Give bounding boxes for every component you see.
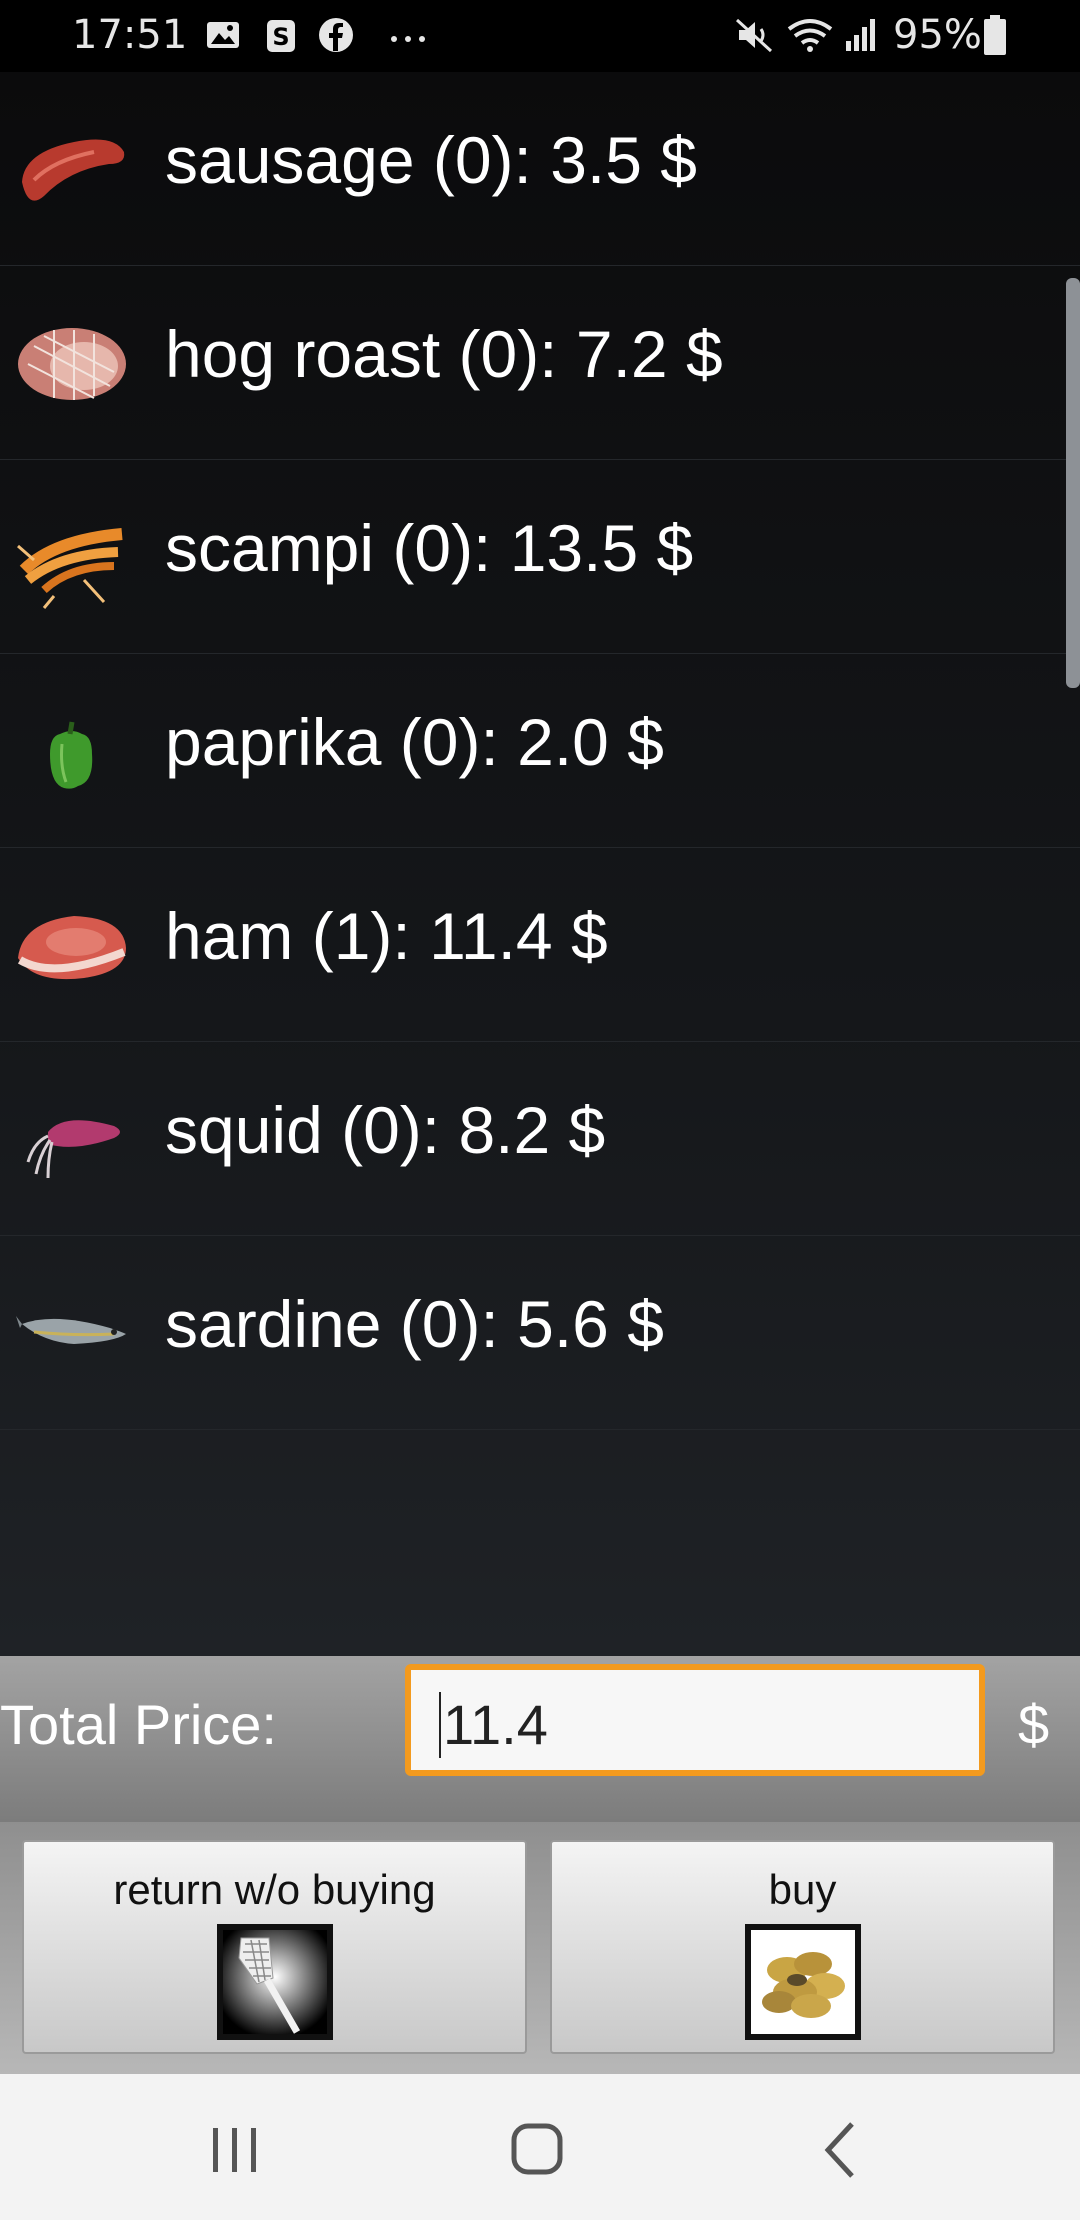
- coins-icon: [750, 1930, 855, 2034]
- scampi-image: [17, 528, 123, 609]
- currency-label: $: [1018, 1693, 1050, 1756]
- list-item-ham[interactable]: ham (1): 11.4 $: [0, 848, 1080, 1042]
- item-label: sardine (0): 5.6 $: [165, 1287, 664, 1361]
- list-item-scampi[interactable]: scampi (0): 13.5 $: [0, 460, 1080, 654]
- total-bar: Total Price: 11.4 $: [0, 1656, 1080, 1822]
- paprika-image: [50, 721, 93, 789]
- total-price-value: 11.4: [443, 1693, 548, 1756]
- battery-icon: [984, 15, 1006, 55]
- mute-icon: [735, 18, 773, 53]
- list-item-paprika[interactable]: paprika (0): 2.0 $: [0, 654, 1080, 848]
- action-bar: return w/o buying buy: [0, 1822, 1080, 2074]
- ham-image: [17, 916, 126, 980]
- gallery-icon: [207, 22, 239, 48]
- recents-icon[interactable]: [195, 2110, 275, 2190]
- home-icon[interactable]: [498, 2110, 578, 2190]
- item-label: squid (0): 8.2 $: [165, 1093, 606, 1167]
- item-label: sausage (0): 3.5 $: [165, 123, 697, 197]
- status-time: 17:51: [72, 12, 188, 58]
- sardine-image: [16, 1316, 126, 1344]
- s-app-icon: S: [267, 20, 295, 52]
- list-item-sausage[interactable]: sausage (0): 3.5 $: [0, 72, 1080, 266]
- product-list[interactable]: sausage (0): 3.5 $ hog roast (0): 7.2 $ …: [0, 72, 1080, 1656]
- buy-button-image: [744, 1924, 861, 2040]
- item-label: paprika (0): 2.0 $: [165, 705, 664, 779]
- fly-swatter-icon: [222, 1930, 327, 2034]
- list-item-sardine[interactable]: sardine (0): 5.6 $: [0, 1236, 1080, 1430]
- total-price-input[interactable]: 11.4: [405, 1664, 985, 1776]
- sausage-image: [22, 139, 125, 201]
- svg-text:S: S: [272, 23, 289, 51]
- wifi-icon: [787, 19, 833, 52]
- list-item-squid[interactable]: squid (0): 8.2 $: [0, 1042, 1080, 1236]
- buy-button-label: buy: [768, 1866, 837, 1913]
- return-button-image: [216, 1924, 333, 2040]
- item-label: scampi (0): 13.5 $: [165, 511, 694, 585]
- more-icon: [391, 36, 425, 42]
- total-price-label: Total Price:: [0, 1693, 277, 1756]
- item-label: ham (1): 11.4 $: [165, 899, 608, 973]
- item-label: hog roast (0): 7.2 $: [165, 317, 723, 391]
- return-without-buying-button[interactable]: return w/o buying: [22, 1840, 527, 2054]
- back-icon[interactable]: [800, 2110, 880, 2190]
- signal-icon: [846, 19, 875, 51]
- battery-percent: 95%: [893, 12, 982, 58]
- squid-image: [26, 1120, 120, 1179]
- return-button-label: return w/o buying: [113, 1866, 436, 1913]
- facebook-icon: [319, 18, 353, 52]
- scrollbar[interactable]: [1066, 278, 1080, 688]
- hog-roast-image: [18, 328, 126, 400]
- status-bar: 17:51 S 95%: [0, 0, 1080, 72]
- text-cursor: [439, 1692, 441, 1758]
- navigation-bar: [0, 2074, 1080, 2220]
- buy-button[interactable]: buy: [550, 1840, 1055, 2054]
- list-item-hog-roast[interactable]: hog roast (0): 7.2 $: [0, 266, 1080, 460]
